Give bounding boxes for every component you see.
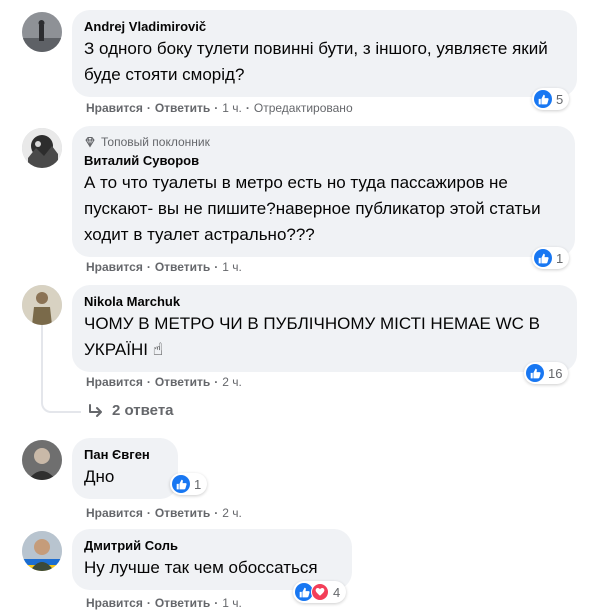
reaction-summary[interactable]: 16 [524, 362, 569, 384]
comment-text: Дно [84, 467, 115, 486]
like-link[interactable]: Нравится [86, 100, 143, 116]
comment-bubble: Nikola Marchuk ЧОМУ В МЕТРО ЧИ В ПУБЛІЧН… [72, 285, 577, 372]
like-link[interactable]: Нравится [86, 374, 143, 390]
comment-author[interactable]: Пан Євген [84, 446, 166, 464]
like-reaction-icon [534, 249, 552, 267]
separator-dot: · [146, 596, 151, 610]
comment-actions: Нравится · Ответить · 2 ч. [86, 505, 242, 521]
reply-arrow-icon [89, 403, 102, 417]
avatar[interactable] [22, 128, 62, 168]
reaction-count: 5 [556, 91, 564, 107]
separator-dot: · [214, 506, 219, 520]
like-reaction-icon [534, 90, 552, 108]
avatar[interactable] [22, 440, 62, 480]
reply-link[interactable]: Ответить [155, 595, 210, 611]
like-reaction-icon [172, 475, 190, 493]
comment-actions: Нравится · Ответить · 1 ч. · Отредактиро… [86, 100, 353, 116]
reaction-count: 4 [333, 584, 341, 600]
separator-dot: · [214, 101, 219, 115]
comment-author[interactable]: Дмитрий Соль [84, 537, 340, 555]
badge-label: Топовый поклонник [101, 135, 210, 149]
reaction-count: 16 [548, 365, 563, 381]
comment-time[interactable]: 2 ч. [222, 505, 242, 521]
reaction-count: 1 [194, 476, 202, 492]
replies-count-label: 2 ответа [112, 402, 174, 419]
comment-text: Ну лучше так чем обоссаться [84, 558, 318, 577]
comment-time[interactable]: 1 ч. [222, 595, 242, 611]
comment-actions: Нравится · Ответить · 1 ч. [86, 259, 242, 275]
comment-time[interactable]: 1 ч. [222, 259, 242, 275]
like-link[interactable]: Нравится [86, 505, 143, 521]
reply-link[interactable]: Ответить [155, 259, 210, 275]
comment-bubble: Топовый поклонник Виталий Суворов А то ч… [72, 126, 575, 257]
comment-time[interactable]: 2 ч. [222, 374, 242, 390]
reaction-summary[interactable]: 1 [532, 247, 570, 269]
separator-dot: · [146, 101, 151, 115]
comment-author[interactable]: Виталий Суворов [84, 152, 563, 170]
separator-dot: · [146, 506, 151, 520]
comment-actions: Нравится · Ответить · 1 ч. [86, 595, 242, 611]
reaction-summary[interactable]: 5 [532, 88, 570, 110]
comment-text: З одного боку тулети повинні бути, з інш… [84, 39, 548, 84]
separator-dot: · [214, 375, 219, 389]
like-link[interactable]: Нравится [86, 259, 143, 275]
top-edge [0, 0, 598, 4]
comment-actions: Нравится · Ответить · 2 ч. [86, 374, 242, 390]
separator-dot: · [146, 375, 151, 389]
like-reaction-icon [526, 364, 544, 382]
like-link[interactable]: Нравится [86, 595, 143, 611]
reaction-summary[interactable]: 1 [170, 473, 208, 495]
top-fan-badge: Топовый поклонник [84, 134, 563, 150]
avatar[interactable] [22, 12, 62, 52]
comment-author[interactable]: Andrej Vladimirovič [84, 18, 565, 36]
love-reaction-icon [311, 583, 329, 601]
avatar[interactable] [22, 285, 62, 325]
comment-bubble: Пан Євген Дно [72, 438, 178, 499]
reply-link[interactable]: Ответить [155, 374, 210, 390]
edited-label[interactable]: Отредактировано [254, 100, 353, 116]
diamond-icon [85, 137, 95, 148]
avatar[interactable] [22, 531, 62, 571]
reaction-count: 1 [556, 250, 564, 266]
comment-text: А то что туалеты в метро есть но туда па… [84, 173, 541, 244]
view-replies-link[interactable]: 2 ответа [88, 402, 174, 419]
comment-bubble: Andrej Vladimirovič З одного боку тулети… [72, 10, 577, 97]
reply-link[interactable]: Ответить [155, 505, 210, 521]
comment-text: ЧОМУ В МЕТРО ЧИ В ПУБЛІЧНОМУ МІСТІ НЕМАЕ… [84, 314, 540, 359]
reaction-summary[interactable]: 4 [293, 581, 347, 603]
separator-dot: · [245, 101, 250, 115]
reply-link[interactable]: Ответить [155, 100, 210, 116]
separator-dot: · [214, 260, 219, 274]
comment-author[interactable]: Nikola Marchuk [84, 293, 565, 311]
comment-time[interactable]: 1 ч. [222, 100, 242, 116]
separator-dot: · [146, 260, 151, 274]
separator-dot: · [214, 596, 219, 610]
